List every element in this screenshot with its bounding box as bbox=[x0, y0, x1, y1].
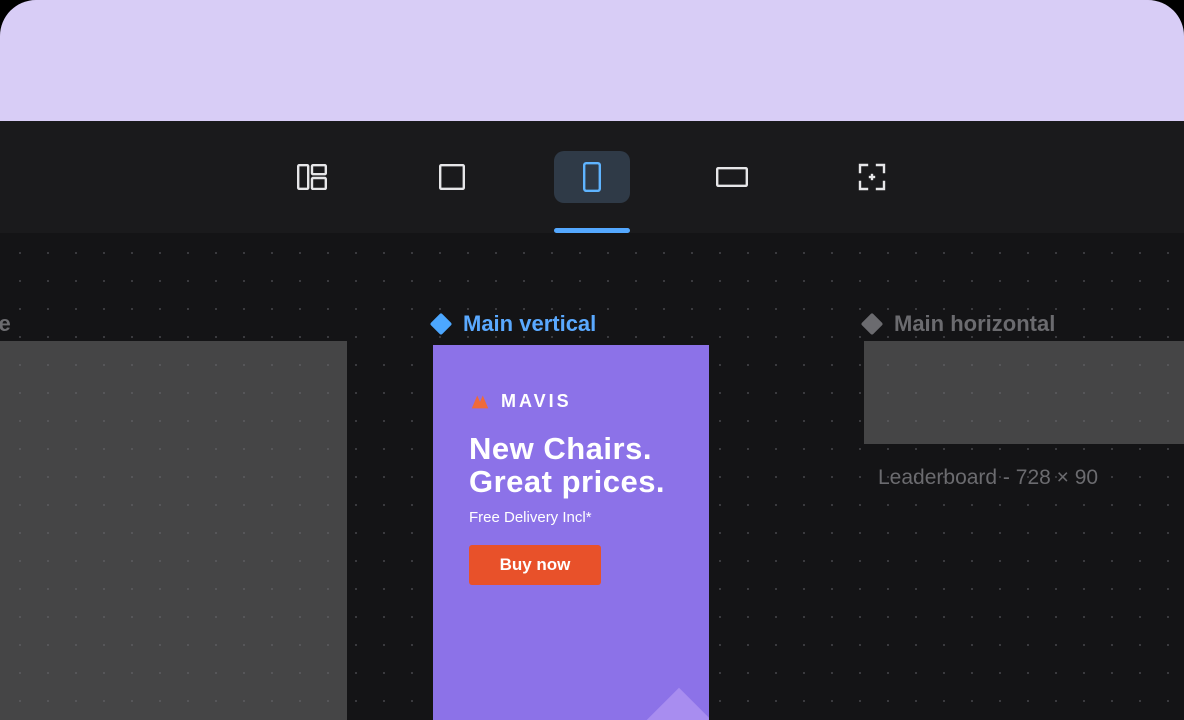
vertical-icon bbox=[583, 162, 601, 192]
brand-row: MAVIS bbox=[469, 390, 572, 412]
ad-cta-label: Buy now bbox=[500, 555, 571, 575]
overview-button[interactable] bbox=[274, 151, 350, 203]
fullscreen-button[interactable] bbox=[834, 151, 910, 203]
app-frame: re Main vertical MAVIS New Chairs. Great… bbox=[0, 0, 1184, 720]
diamond-icon bbox=[861, 313, 884, 336]
ad-headline-line1: New Chairs. bbox=[469, 433, 665, 466]
size-label-right[interactable]: Main horizontal bbox=[864, 311, 1055, 337]
vertical-size-button[interactable] bbox=[554, 151, 630, 203]
brand-name: MAVIS bbox=[501, 391, 572, 412]
square-icon bbox=[439, 164, 465, 190]
canvas[interactable]: re Main vertical MAVIS New Chairs. Great… bbox=[0, 233, 1184, 720]
size-label-center[interactable]: Main vertical bbox=[433, 311, 596, 337]
right-size-caption: Leaderboard - 728 × 90 bbox=[878, 466, 1098, 490]
size-label-left[interactable]: re bbox=[0, 311, 11, 337]
square-size-button[interactable] bbox=[414, 151, 490, 203]
size-toolbar bbox=[0, 121, 1184, 233]
right-size-placeholder[interactable] bbox=[864, 341, 1184, 444]
ad-subline: Free Delivery Incl* bbox=[469, 509, 592, 526]
size-label-center-text: Main vertical bbox=[463, 311, 596, 337]
diamond-icon bbox=[430, 313, 453, 336]
header-banner bbox=[0, 0, 1184, 121]
ad-headline-line2: Great prices. bbox=[469, 466, 665, 499]
left-size-placeholder[interactable] bbox=[0, 341, 347, 720]
overview-icon bbox=[297, 164, 327, 190]
horizontal-size-button[interactable] bbox=[694, 151, 770, 203]
size-label-right-text: Main horizontal bbox=[894, 311, 1055, 337]
accent-shape bbox=[552, 688, 709, 720]
ad-cta-button[interactable]: Buy now bbox=[469, 545, 601, 585]
horizontal-icon bbox=[716, 167, 748, 187]
size-label-left-text: re bbox=[0, 311, 11, 337]
brand-logo-icon bbox=[469, 390, 491, 412]
ad-headline: New Chairs. Great prices. bbox=[469, 433, 665, 499]
fullscreen-icon bbox=[858, 163, 886, 191]
ad-preview-vertical[interactable]: MAVIS New Chairs. Great prices. Free Del… bbox=[433, 345, 709, 720]
